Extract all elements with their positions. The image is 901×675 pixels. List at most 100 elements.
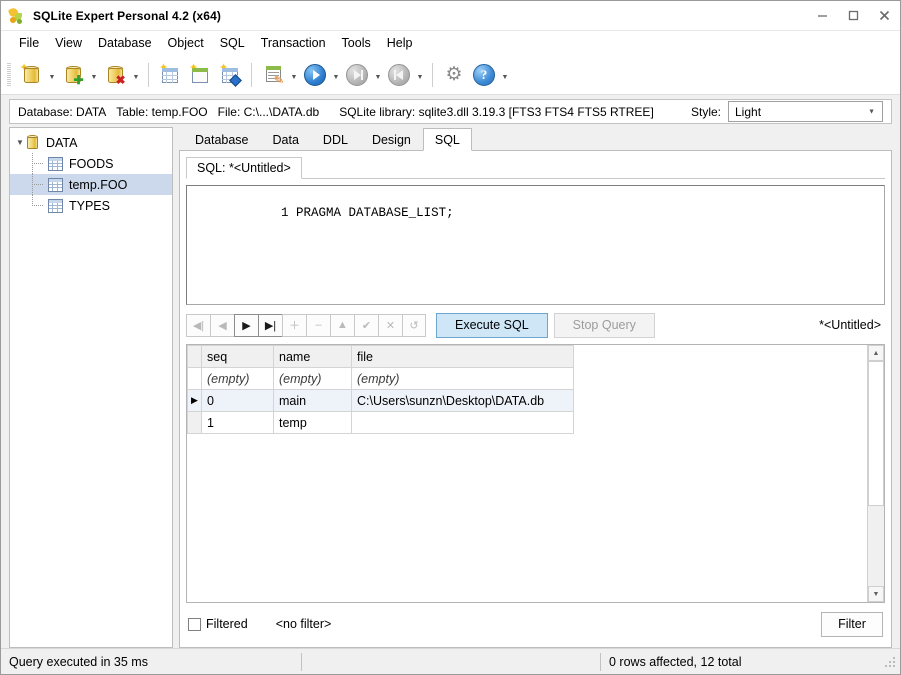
info-sqlite-library: SQLite library: sqlite3.dll 3.19.3 [FTS3… xyxy=(339,104,654,119)
add-database-dropdown-icon[interactable]: ▼ xyxy=(88,59,100,91)
info-bar-wrapper: Database: DATA Table: temp.FOO File: C:\… xyxy=(1,95,900,127)
table-row[interactable]: ▶ 0 main C:\Users\sunzn\Desktop\DATA.db xyxy=(187,389,574,412)
remove-database-dropdown-icon[interactable]: ▼ xyxy=(130,59,142,91)
column-header-seq[interactable]: seq xyxy=(201,345,274,368)
column-header-file[interactable]: file xyxy=(351,345,574,368)
toolbar-grip[interactable] xyxy=(7,62,11,87)
menu-view[interactable]: View xyxy=(47,33,90,53)
filtered-checkbox[interactable] xyxy=(188,617,201,631)
step-forward-dropdown-icon[interactable]: ▼ xyxy=(372,59,384,91)
help-icon[interactable]: ? xyxy=(469,59,499,91)
style-value: Light xyxy=(735,104,762,119)
tree-node-foods[interactable]: FOODS xyxy=(10,153,172,174)
status-bar: Query executed in 35 ms 0 rows affected,… xyxy=(1,648,900,674)
execute-dropdown-icon[interactable]: ▼ xyxy=(330,59,342,91)
new-index-icon[interactable]: ✦ xyxy=(215,59,245,91)
cell-file[interactable] xyxy=(351,411,574,434)
tab-sql[interactable]: SQL xyxy=(422,128,472,151)
sql-document-tabs: SQL: *<Untitled> xyxy=(186,157,885,179)
app-window: SQLite Expert Personal 4.2 (x64) File Vi… xyxy=(0,0,901,675)
title-bar: SQLite Expert Personal 4.2 (x64) xyxy=(1,1,900,31)
sql-editor-icon[interactable]: ✎ xyxy=(258,59,288,91)
filter-row[interactable]: (empty) (empty) (empty) xyxy=(187,367,574,390)
results-grid[interactable]: seq name file (empty) (empty) (empty) ▶ … xyxy=(187,345,867,602)
refresh-button[interactable]: ↺ xyxy=(402,313,426,337)
tree-node-data[interactable]: ▼ DATA xyxy=(10,132,172,153)
cell-file[interactable]: C:\Users\sunzn\Desktop\DATA.db xyxy=(351,389,574,412)
tab-data[interactable]: Data xyxy=(261,129,311,150)
expand-collapse-icon[interactable]: ▼ xyxy=(14,138,26,147)
insert-record-button[interactable]: ＋ xyxy=(282,313,306,337)
status-query-time: Query executed in 35 ms xyxy=(9,654,148,669)
cell-name[interactable]: temp xyxy=(273,411,352,434)
scroll-down-icon[interactable]: ▼ xyxy=(868,586,884,602)
add-database-icon[interactable]: ✚ xyxy=(58,59,88,91)
tab-design[interactable]: Design xyxy=(360,129,423,150)
cell-seq[interactable]: 0 xyxy=(201,389,274,412)
window-controls xyxy=(807,1,900,31)
tree-connector xyxy=(26,153,48,174)
grid-vertical-scrollbar[interactable]: ▲ ▼ xyxy=(867,345,884,602)
edit-record-button[interactable]: ▲ xyxy=(330,313,354,337)
sql-editor-dropdown-icon[interactable]: ▼ xyxy=(288,59,300,91)
database-icon xyxy=(26,134,40,151)
menu-help[interactable]: Help xyxy=(379,33,421,53)
new-database-icon[interactable]: ✦ xyxy=(16,59,46,91)
tab-database[interactable]: Database xyxy=(183,129,261,150)
table-icon xyxy=(48,156,63,171)
cell-seq[interactable]: 1 xyxy=(201,411,274,434)
last-record-button[interactable]: ▶| xyxy=(258,313,282,337)
new-view-icon[interactable]: ✦ xyxy=(185,59,215,91)
menu-tools[interactable]: Tools xyxy=(334,33,379,53)
tab-ddl[interactable]: DDL xyxy=(311,129,360,150)
scroll-up-icon[interactable]: ▲ xyxy=(868,345,884,361)
cell-name[interactable]: main xyxy=(273,389,352,412)
results-grid-wrapper: seq name file (empty) (empty) (empty) ▶ … xyxy=(186,344,885,603)
scrollbar-track[interactable] xyxy=(868,361,884,586)
toolbar-separator xyxy=(148,62,149,87)
new-database-dropdown-icon[interactable]: ▼ xyxy=(46,59,58,91)
close-button[interactable] xyxy=(869,1,900,31)
tree-node-types[interactable]: TYPES xyxy=(10,195,172,216)
step-forward-icon[interactable] xyxy=(342,59,372,91)
new-table-icon[interactable]: ✦ xyxy=(155,59,185,91)
first-record-button[interactable]: ◀| xyxy=(186,313,210,337)
minimize-button[interactable] xyxy=(807,1,838,31)
style-combobox[interactable]: Light ▼ xyxy=(728,101,883,122)
help-dropdown-icon[interactable]: ▼ xyxy=(499,59,511,91)
maximize-button[interactable] xyxy=(838,1,869,31)
resize-grip-icon[interactable] xyxy=(884,655,896,668)
filter-expression-text: <no filter> xyxy=(275,617,332,631)
remove-database-icon[interactable]: ✖ xyxy=(100,59,130,91)
next-record-button[interactable]: ▶ xyxy=(234,313,258,337)
sql-tab-panel: SQL: *<Untitled> 1 PRAGMA DATABASE_LIST;… xyxy=(179,150,892,648)
post-edit-button[interactable]: ✔ xyxy=(354,313,378,337)
execute-icon[interactable] xyxy=(300,59,330,91)
menu-object[interactable]: Object xyxy=(160,33,212,53)
toolbar-separator-3 xyxy=(432,62,433,87)
filter-cell-seq[interactable]: (empty) xyxy=(201,367,274,390)
column-header-name[interactable]: name xyxy=(273,345,352,368)
prior-record-button[interactable]: ◀ xyxy=(210,313,234,337)
menu-sql[interactable]: SQL xyxy=(212,33,253,53)
menu-file[interactable]: File xyxy=(11,33,47,53)
menu-database[interactable]: Database xyxy=(90,33,160,53)
step-back-dropdown-icon[interactable]: ▼ xyxy=(414,59,426,91)
options-gear-icon[interactable]: ⚙ xyxy=(439,59,469,91)
cancel-edit-button[interactable]: ✕ xyxy=(378,313,402,337)
tree-node-label: FOODS xyxy=(69,156,114,171)
step-back-icon[interactable] xyxy=(384,59,414,91)
sql-document-tab-untitled[interactable]: SQL: *<Untitled> xyxy=(186,157,302,179)
menu-transaction[interactable]: Transaction xyxy=(253,33,334,53)
table-row[interactable]: 1 temp xyxy=(187,411,574,434)
tree-node-temp-foo[interactable]: temp.FOO xyxy=(10,174,172,195)
filter-cell-name[interactable]: (empty) xyxy=(273,367,352,390)
sql-editor[interactable]: 1 PRAGMA DATABASE_LIST; xyxy=(186,185,885,305)
sqlite-expert-icon xyxy=(8,5,26,25)
scrollbar-thumb[interactable] xyxy=(868,361,884,506)
delete-record-button[interactable]: ‒ xyxy=(306,313,330,337)
filter-cell-file[interactable]: (empty) xyxy=(351,367,574,390)
filter-button[interactable]: Filter xyxy=(821,611,883,637)
execute-sql-button[interactable]: Execute SQL xyxy=(436,312,548,338)
filtered-label: Filtered xyxy=(206,617,248,631)
